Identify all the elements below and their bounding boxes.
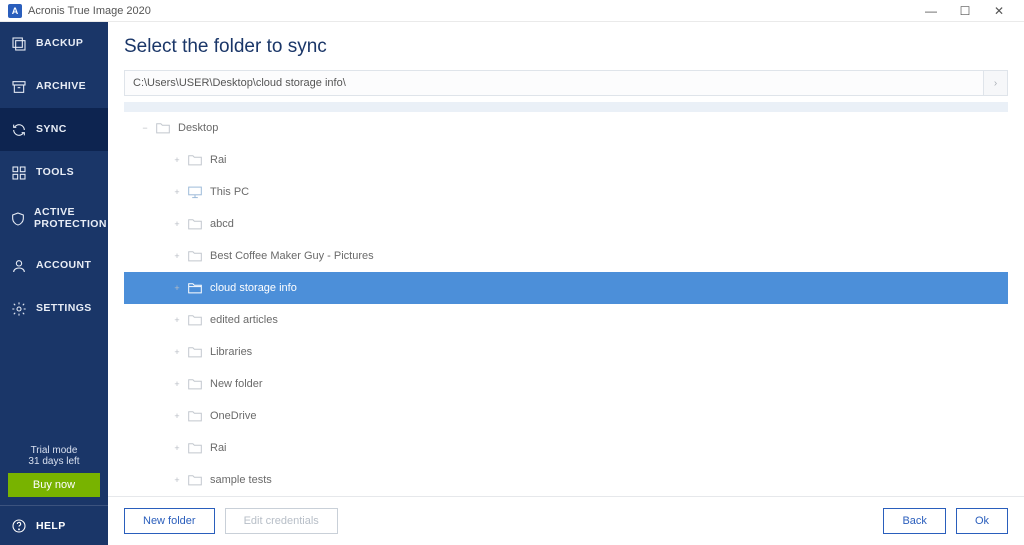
tree-item[interactable]: + New folder <box>124 368 1008 400</box>
tools-icon <box>10 165 28 181</box>
sidebar-item-label: ACCOUNT <box>36 260 91 272</box>
shield-icon <box>10 211 26 227</box>
path-go-button[interactable]: › <box>984 70 1008 96</box>
trial-days-label: 31 days left <box>8 456 100 467</box>
expand-icon[interactable]: + <box>170 347 184 357</box>
page-title: Select the folder to sync <box>124 36 1008 58</box>
tree-item[interactable]: + abcd <box>124 208 1008 240</box>
sidebar-item-label: ARCHIVE <box>36 81 86 93</box>
sidebar-item-tools[interactable]: TOOLS <box>0 151 108 194</box>
collapse-icon[interactable]: − <box>138 123 152 133</box>
tree-item[interactable]: + Rai <box>124 432 1008 464</box>
help-label: HELP <box>36 520 66 532</box>
sidebar-item-sync[interactable]: SYNC <box>0 108 108 151</box>
folder-name: abcd <box>210 218 234 230</box>
folder-icon <box>186 377 204 391</box>
folder-name: edited articles <box>210 314 278 326</box>
tree-item[interactable]: + cloud storage info <box>124 272 1008 304</box>
tree-item[interactable]: + Libraries <box>124 336 1008 368</box>
folder-icon <box>186 249 204 263</box>
ok-button[interactable]: Ok <box>956 508 1008 534</box>
folder-icon <box>154 121 172 135</box>
sidebar-item-help[interactable]: HELP <box>0 505 108 545</box>
new-folder-button[interactable]: New folder <box>124 508 215 534</box>
folder-tree: − Desktop + Rai + This PC + abcd + Best Coffee Ma… <box>124 112 1008 496</box>
back-button[interactable]: Back <box>883 508 945 534</box>
folder-name: sample tests <box>210 474 272 486</box>
tree-item[interactable]: + This PC <box>124 176 1008 208</box>
sync-icon <box>10 122 28 138</box>
expand-icon[interactable]: + <box>170 315 184 325</box>
sidebar-item-archive[interactable]: ARCHIVE <box>0 65 108 108</box>
expand-icon[interactable]: + <box>170 475 184 485</box>
trial-mode-label: Trial mode <box>8 445 100 456</box>
expand-icon[interactable]: + <box>170 379 184 389</box>
edit-credentials-button: Edit credentials <box>225 508 338 534</box>
folder-icon <box>186 313 204 327</box>
folder-name: Rai <box>210 442 227 454</box>
folder-icon <box>186 281 204 295</box>
sidebar-item-active-protection[interactable]: ACTIVE PROTECTION <box>0 194 108 244</box>
main-panel: Select the folder to sync › − Desktop + Rai… <box>108 22 1024 545</box>
folder-name: Best Coffee Maker Guy - Pictures <box>210 250 374 262</box>
sidebar-item-account[interactable]: ACCOUNT <box>0 244 108 287</box>
folder-name: This PC <box>210 186 249 198</box>
sidebar-item-label: ACTIVE PROTECTION <box>34 207 107 230</box>
sidebar: BACKUP ARCHIVE SYNC TOOLS <box>0 22 108 545</box>
tree-header-strip <box>124 102 1008 112</box>
folder-icon <box>186 473 204 487</box>
expand-icon[interactable]: + <box>170 219 184 229</box>
expand-icon[interactable]: + <box>170 283 184 293</box>
folder-icon <box>186 153 204 167</box>
backup-icon <box>10 36 28 52</box>
tree-item[interactable]: + OneDrive <box>124 400 1008 432</box>
folder-icon <box>186 409 204 423</box>
tree-root-desktop[interactable]: − Desktop <box>124 112 1008 144</box>
app-body: BACKUP ARCHIVE SYNC TOOLS <box>0 22 1024 545</box>
window-maximize-button[interactable]: ☐ <box>948 4 982 18</box>
folder-name: OneDrive <box>210 410 256 422</box>
account-icon <box>10 258 28 274</box>
expand-icon[interactable]: + <box>170 187 184 197</box>
folder-icon <box>186 441 204 455</box>
tree-item[interactable]: + Rai <box>124 144 1008 176</box>
tree-item[interactable]: + Best Coffee Maker Guy - Pictures <box>124 240 1008 272</box>
folder-name: Desktop <box>178 122 218 134</box>
help-icon <box>10 518 28 534</box>
expand-icon[interactable]: + <box>170 443 184 453</box>
sidebar-nav: BACKUP ARCHIVE SYNC TOOLS <box>0 22 108 445</box>
tree-item[interactable]: + edited articles <box>124 304 1008 336</box>
app-icon: A <box>8 4 22 18</box>
window-minimize-button[interactable]: — <box>914 4 948 18</box>
expand-icon[interactable]: + <box>170 155 184 165</box>
path-input[interactable] <box>124 70 984 96</box>
sidebar-item-settings[interactable]: SETTINGS <box>0 287 108 330</box>
archive-icon <box>10 79 28 95</box>
expand-icon[interactable]: + <box>170 251 184 261</box>
trial-info: Trial mode 31 days left Buy now <box>0 445 108 505</box>
footer: New folder Edit credentials Back Ok <box>108 496 1024 545</box>
titlebar: A Acronis True Image 2020 — ☐ ✕ <box>0 0 1024 22</box>
folder-name: cloud storage info <box>210 282 297 294</box>
gear-icon <box>10 301 28 317</box>
folder-icon <box>186 345 204 359</box>
sidebar-item-label: TOOLS <box>36 167 74 179</box>
app-title: Acronis True Image 2020 <box>28 5 151 17</box>
buy-now-button[interactable]: Buy now <box>8 473 100 497</box>
folder-icon <box>186 217 204 231</box>
sidebar-item-label: SETTINGS <box>36 303 92 315</box>
sidebar-item-backup[interactable]: BACKUP <box>0 22 108 65</box>
folder-name: New folder <box>210 378 263 390</box>
folder-name: Libraries <box>210 346 252 358</box>
tree-item[interactable]: + sample tests <box>124 464 1008 496</box>
folder-icon <box>186 185 204 199</box>
path-row: › <box>124 70 1008 96</box>
expand-icon[interactable]: + <box>170 411 184 421</box>
window-close-button[interactable]: ✕ <box>982 4 1016 18</box>
sidebar-item-label: BACKUP <box>36 38 83 50</box>
folder-name: Rai <box>210 154 227 166</box>
sidebar-item-label: SYNC <box>36 124 67 136</box>
